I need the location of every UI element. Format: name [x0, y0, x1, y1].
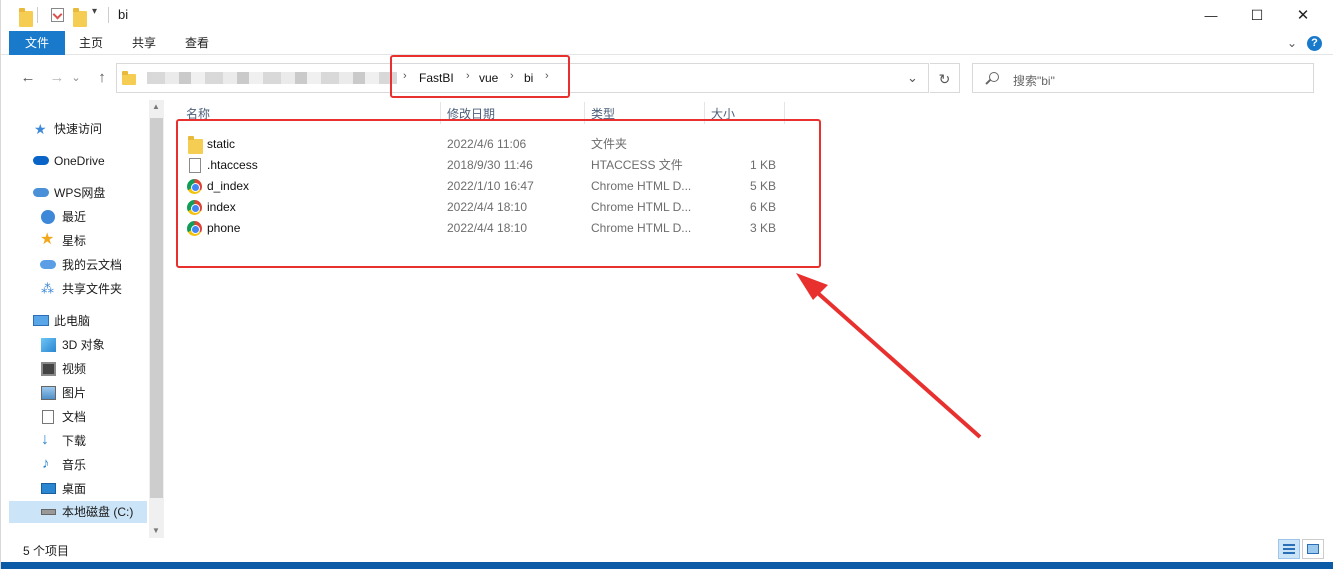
minimize-button[interactable]: — — [1188, 0, 1234, 31]
desktop-icon — [41, 483, 56, 494]
folder-icon — [122, 71, 136, 85]
quick-access-dropdown-icon[interactable]: ▾ — [92, 6, 97, 17]
share-icon: ⁂ — [41, 281, 54, 296]
clock-icon — [41, 210, 55, 224]
ribbon-expand-icon[interactable]: ⌄ — [1284, 31, 1300, 55]
sidebar-item-label: 本地磁盘 (C:) — [62, 505, 134, 519]
sidebar-item-downloads[interactable]: ↓ 下载 — [1, 430, 149, 452]
sidebar-item-label: 音乐 — [62, 458, 87, 472]
cloud-icon — [33, 188, 49, 197]
cube-icon — [41, 338, 56, 352]
sidebar-item-label: 共享文件夹 — [62, 282, 123, 296]
sidebar-item-label: 此电脑 — [54, 314, 91, 328]
sidebar-item-documents[interactable]: 文档 — [1, 406, 149, 428]
sidebar-item-label: 我的云文档 — [62, 258, 123, 272]
sidebar-item-desktop[interactable]: 桌面 — [1, 478, 149, 500]
sidebar-item-videos[interactable]: 视频 — [1, 358, 149, 380]
sidebar-item-label: 快速访问 — [54, 122, 103, 136]
document-icon — [42, 410, 54, 424]
sidebar-item-label: 星标 — [62, 234, 87, 248]
address-dropdown-icon[interactable]: ⌄ — [907, 70, 918, 86]
tab-file[interactable]: 文件 — [9, 31, 65, 55]
sidebar-item-label: 视频 — [62, 362, 87, 376]
picture-icon — [41, 386, 56, 400]
sidebar-item-recent[interactable]: 最近 — [1, 206, 149, 228]
sidebar-item-quick-access[interactable]: ★ 快速访问 — [1, 118, 149, 140]
help-icon[interactable]: ? — [1307, 36, 1322, 51]
details-view-icon — [1283, 544, 1295, 554]
address-row: ← → ⌄ ↑ › FastBI › vue › bi › ⌄ ↻ 搜索"bi" — [1, 62, 1333, 95]
sidebar-item-shared-folder[interactable]: ⁂ 共享文件夹 — [1, 278, 149, 300]
scroll-down-icon[interactable]: ▼ — [152, 526, 160, 535]
navigation-pane: ★ 快速访问 OneDrive WPS网盘 最近 ★ 星标 我的云文档 ⁂ 共享… — [1, 100, 164, 538]
divider — [37, 7, 38, 23]
computer-icon — [33, 315, 49, 326]
sidebar-item-starred[interactable]: ★ 星标 — [1, 230, 149, 252]
forward-button[interactable]: → — [47, 67, 67, 89]
search-icon — [985, 72, 999, 85]
sidebar-scrollbar-thumb[interactable] — [150, 118, 163, 498]
sidebar-item-label: WPS网盘 — [54, 186, 106, 200]
sidebar-item-label: 桌面 — [62, 482, 87, 496]
ribbon-tabs: 文件 主页 共享 查看 ⌄ ? — [1, 31, 1333, 55]
drive-icon — [41, 509, 56, 515]
new-folder-icon[interactable] — [73, 8, 87, 27]
search-input[interactable]: 搜索"bi" — [1013, 72, 1055, 89]
up-button[interactable]: ↑ — [92, 67, 112, 89]
sidebar-item-label: 最近 — [62, 210, 87, 224]
sidebar-item-label: 3D 对象 — [62, 338, 105, 352]
sidebar-item-music[interactable]: ♪ 音乐 — [1, 454, 149, 476]
status-bar: 5 个项目 — [1, 538, 1333, 562]
divider — [108, 7, 109, 23]
taskbar-strip — [1, 562, 1333, 569]
sidebar-item-label: 文档 — [62, 410, 87, 424]
close-button[interactable]: ✕ — [1280, 0, 1326, 31]
back-button[interactable]: ← — [18, 67, 38, 89]
tab-view[interactable]: 查看 — [175, 31, 219, 55]
tab-home[interactable]: 主页 — [69, 31, 113, 55]
annotation-box-files — [176, 119, 821, 268]
video-icon — [41, 362, 56, 376]
scroll-up-icon[interactable]: ▲ — [152, 102, 160, 111]
sidebar-item-this-pc[interactable]: 此电脑 — [1, 310, 149, 332]
details-view-button[interactable] — [1278, 539, 1300, 559]
sidebar-item-3d-objects[interactable]: 3D 对象 — [1, 334, 149, 356]
cloud-icon — [33, 156, 49, 165]
title-bar: ▾ bi — ☐ ✕ — [1, 0, 1333, 31]
properties-icon[interactable] — [51, 8, 64, 22]
music-icon: ♪ — [42, 455, 50, 472]
item-count: 5 个项目 — [23, 544, 70, 558]
recent-locations-icon[interactable]: ⌄ — [70, 67, 82, 89]
star-icon: ★ — [40, 231, 55, 248]
cloud-icon — [40, 260, 56, 269]
sidebar-item-pictures[interactable]: 图片 — [1, 382, 149, 404]
sidebar-item-label: 图片 — [62, 386, 87, 400]
refresh-button[interactable]: ↻ — [930, 63, 960, 93]
large-icons-view-button[interactable] — [1302, 539, 1324, 559]
sidebar-item-label: OneDrive — [54, 154, 105, 168]
annotation-box-breadcrumb — [390, 55, 570, 98]
search-box[interactable]: 搜索"bi" — [972, 63, 1314, 93]
sidebar-item-my-cloud-docs[interactable]: 我的云文档 — [1, 254, 149, 276]
star-pin-icon: ★ — [34, 121, 47, 137]
sidebar-item-label: 下载 — [62, 434, 87, 448]
sidebar-item-local-disk-c[interactable]: 本地磁盘 (C:) — [9, 501, 147, 523]
blurred-path — [147, 72, 397, 84]
sidebar-item-onedrive[interactable]: OneDrive — [1, 150, 149, 172]
maximize-button[interactable]: ☐ — [1234, 0, 1280, 31]
tab-share[interactable]: 共享 — [122, 31, 166, 55]
large-icons-view-icon — [1307, 544, 1319, 554]
folder-icon — [19, 8, 33, 27]
window-title: bi — [118, 7, 129, 22]
explorer-window: ▾ bi — ☐ ✕ 文件 主页 共享 查看 ⌄ ? ← → ⌄ ↑ › Fas… — [0, 0, 1333, 569]
download-icon: ↓ — [41, 431, 49, 448]
sidebar-item-wps-drive[interactable]: WPS网盘 — [1, 182, 149, 204]
